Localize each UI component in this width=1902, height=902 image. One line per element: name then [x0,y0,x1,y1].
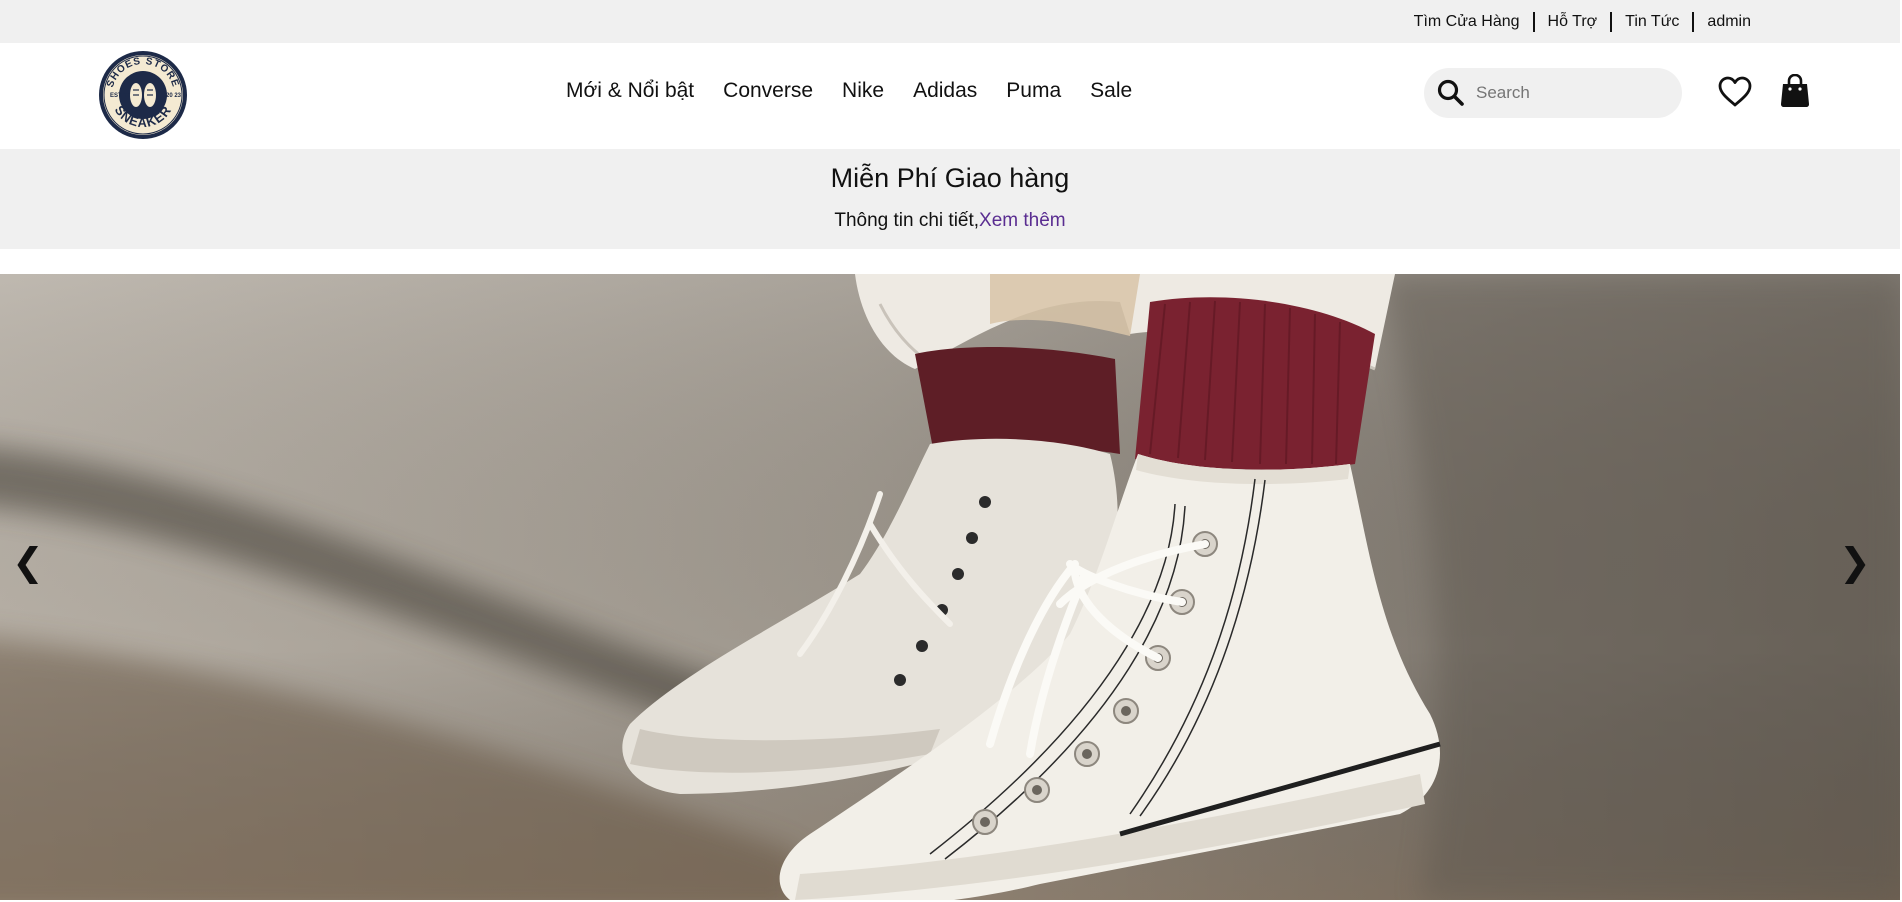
nav-nike[interactable]: Nike [842,79,884,103]
search-icon[interactable] [1436,78,1466,108]
promo-banner: Miễn Phí Giao hàng Thông tin chi tiết,Xe… [0,149,1902,249]
promo-subtitle: Thông tin chi tiết, [834,210,980,231]
search-input[interactable] [1476,83,1666,103]
promo-title: Miễn Phí Giao hàng [830,163,1070,193]
carousel-next-button[interactable]: ❯ [1839,540,1871,584]
svg-text:EST TD: EST TD [110,93,132,99]
nav-puma[interactable]: Puma [1006,79,1061,103]
search-box[interactable] [1424,68,1682,118]
news-link[interactable]: Tin Tức [1612,12,1692,32]
svg-text:20 23: 20 23 [166,93,182,99]
nav-converse[interactable]: Converse [723,79,813,103]
store-logo[interactable]: SHOES STORE SNEAKER EST TD 20 23 [98,50,188,140]
nav-new-featured[interactable]: Mới & Nổi bật [566,79,694,103]
shopping-bag-icon[interactable] [1779,74,1811,108]
account-link[interactable]: admin [1694,12,1764,32]
promo-read-more-link[interactable]: Xem thêm [979,210,1066,231]
store-locator-link[interactable]: Tìm Cửa Hàng [1401,12,1533,32]
nav-adidas[interactable]: Adidas [913,79,977,103]
hero-carousel: ❮ ❯ [0,274,1902,900]
support-link[interactable]: Hỗ Trợ [1535,12,1611,32]
main-header: SHOES STORE SNEAKER EST TD 20 23 Mới & N… [0,43,1902,149]
top-utility-bar: Tìm Cửa Hàng Hỗ Trợ Tin Tức admin [0,0,1902,43]
heart-icon[interactable] [1718,76,1752,108]
main-nav: Mới & Nổi bật Converse Nike Adidas Puma … [566,43,1132,139]
nav-sale[interactable]: Sale [1090,79,1132,103]
utility-links: Tìm Cửa Hàng Hỗ Trợ Tin Tức admin [1401,0,1764,43]
hero-image [0,274,1902,900]
carousel-prev-button[interactable]: ❮ [12,540,44,584]
promo-subtitle-row: Thông tin chi tiết,Xem thêm [0,210,1900,232]
